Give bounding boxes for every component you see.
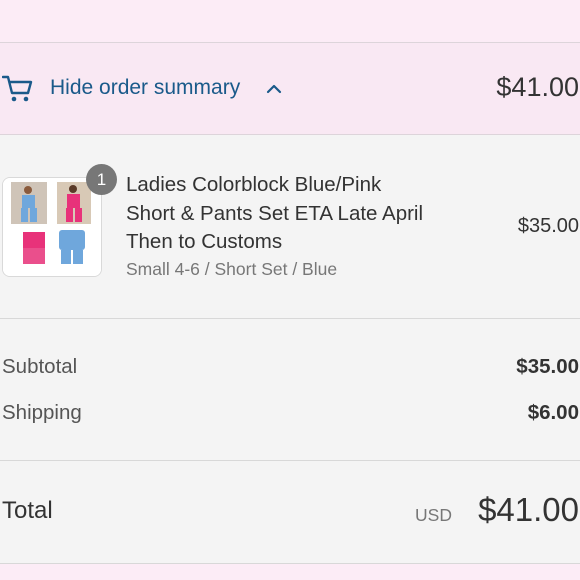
product-thumbnail: [2, 177, 102, 277]
total-label: Total: [2, 497, 53, 524]
divider: [0, 318, 580, 319]
currency-code: USD: [415, 505, 452, 525]
shipping-label: Shipping: [2, 401, 82, 424]
page-footer-band: [0, 563, 580, 580]
product-variant: Small 4-6 / Short Set / Blue: [126, 259, 338, 279]
product-title: Ladies Colorblock Blue/Pink Short & Pant…: [126, 171, 471, 257]
product-title-line: Then to Customs: [126, 230, 283, 253]
product-title-line: Ladies Colorblock Blue/Pink: [126, 173, 382, 196]
product-title-line: Short & Pants Set ETA Late April: [126, 201, 424, 225]
page-header-band: [0, 0, 580, 42]
shipping-value: $6.00: [527, 401, 579, 424]
subtotal-label: Subtotal: [2, 355, 78, 378]
grand-total: $41.00: [478, 491, 579, 528]
product-price: $35.00: [517, 215, 579, 237]
cart-icon: [2, 75, 33, 102]
subtotal-value: $35.00: [516, 355, 579, 378]
hide-order-summary-link[interactable]: Hide order summary: [50, 76, 240, 100]
divider: [0, 460, 580, 461]
chevron-up-icon: [266, 84, 282, 94]
summary-toggle-total: $41.00: [496, 72, 579, 102]
product-image: [3, 178, 101, 276]
quantity-badge: 1: [86, 164, 117, 195]
